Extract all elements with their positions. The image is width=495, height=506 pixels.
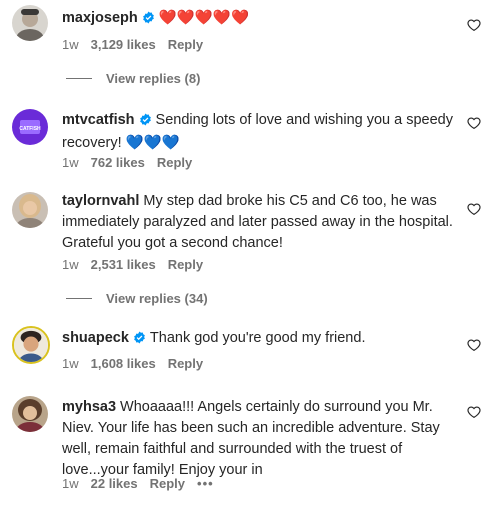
- timestamp[interactable]: 1w: [62, 476, 79, 491]
- comment-text: taylornvahl My step dad broke his C5 and …: [62, 191, 462, 254]
- like-count[interactable]: 2,531 likes: [91, 257, 156, 272]
- username[interactable]: myhsa3: [62, 399, 116, 415]
- divider: [66, 78, 92, 79]
- comment-text: myhsa3 Whoaaaa!!! Angels certainly do sur…: [62, 397, 462, 481]
- comment-meta: 1w 1,608 likes Reply: [62, 356, 215, 371]
- reply-button[interactable]: Reply: [150, 476, 185, 491]
- reply-button[interactable]: Reply: [157, 155, 192, 170]
- timestamp[interactable]: 1w: [62, 257, 79, 272]
- heart-outline-icon[interactable]: [467, 202, 481, 216]
- comment-meta: 1w 3,129 likes Reply: [62, 37, 215, 52]
- view-replies-button[interactable]: View replies (34): [66, 291, 208, 306]
- view-replies-button[interactable]: View replies (8): [66, 71, 200, 86]
- username[interactable]: taylornvahl: [62, 193, 139, 209]
- reply-button[interactable]: Reply: [168, 37, 203, 52]
- avatar[interactable]: CATFISH: [12, 109, 48, 145]
- heart-outline-icon[interactable]: [467, 405, 481, 419]
- verified-badge-icon: [142, 10, 155, 31]
- comment-body: Thank god you're good my friend.: [149, 330, 366, 346]
- comment-emoji: 💙💙💙: [125, 135, 180, 151]
- comment-meta: 1w 762 likes Reply: [62, 155, 204, 170]
- reply-button[interactable]: Reply: [168, 356, 203, 371]
- comment-meta: 1w 2,531 likes Reply: [62, 257, 215, 272]
- verified-badge-icon: [133, 330, 146, 351]
- comment-body: Whoaaaa!!! Angels certainly do surround …: [62, 399, 440, 478]
- avatar[interactable]: [12, 5, 48, 41]
- like-count[interactable]: 3,129 likes: [91, 37, 156, 52]
- divider: [66, 298, 92, 299]
- comment-text: mtvcatfish Sending lots of love and wish…: [62, 110, 462, 154]
- username[interactable]: shuapeck: [62, 330, 129, 346]
- heart-outline-icon[interactable]: [467, 116, 481, 130]
- reply-button[interactable]: Reply: [168, 257, 203, 272]
- comment-text: shuapeck Thank god you're good my friend…: [62, 328, 462, 351]
- comment-text: maxjoseph ❤️❤️❤️❤️❤️: [62, 8, 462, 31]
- more-options-icon[interactable]: •••: [197, 476, 214, 491]
- timestamp[interactable]: 1w: [62, 356, 79, 371]
- comment-emoji: ❤️❤️❤️❤️❤️: [158, 10, 250, 26]
- verified-badge-icon: [139, 112, 152, 133]
- timestamp[interactable]: 1w: [62, 37, 79, 52]
- avatar[interactable]: [12, 192, 48, 228]
- username[interactable]: maxjoseph: [62, 10, 138, 26]
- heart-outline-icon[interactable]: [467, 18, 481, 32]
- view-replies-label: View replies (34): [106, 291, 208, 306]
- like-count[interactable]: 22 likes: [91, 476, 138, 491]
- timestamp[interactable]: 1w: [62, 155, 79, 170]
- view-replies-label: View replies (8): [106, 71, 201, 86]
- comment-meta: 1w 22 likes Reply •••: [62, 476, 226, 491]
- like-count[interactable]: 762 likes: [91, 155, 145, 170]
- username[interactable]: mtvcatfish: [62, 112, 135, 128]
- heart-outline-icon[interactable]: [467, 338, 481, 352]
- avatar[interactable]: [12, 396, 48, 432]
- avatar-label: CATFISH: [19, 126, 41, 132]
- like-count[interactable]: 1,608 likes: [91, 356, 156, 371]
- avatar[interactable]: [12, 326, 50, 364]
